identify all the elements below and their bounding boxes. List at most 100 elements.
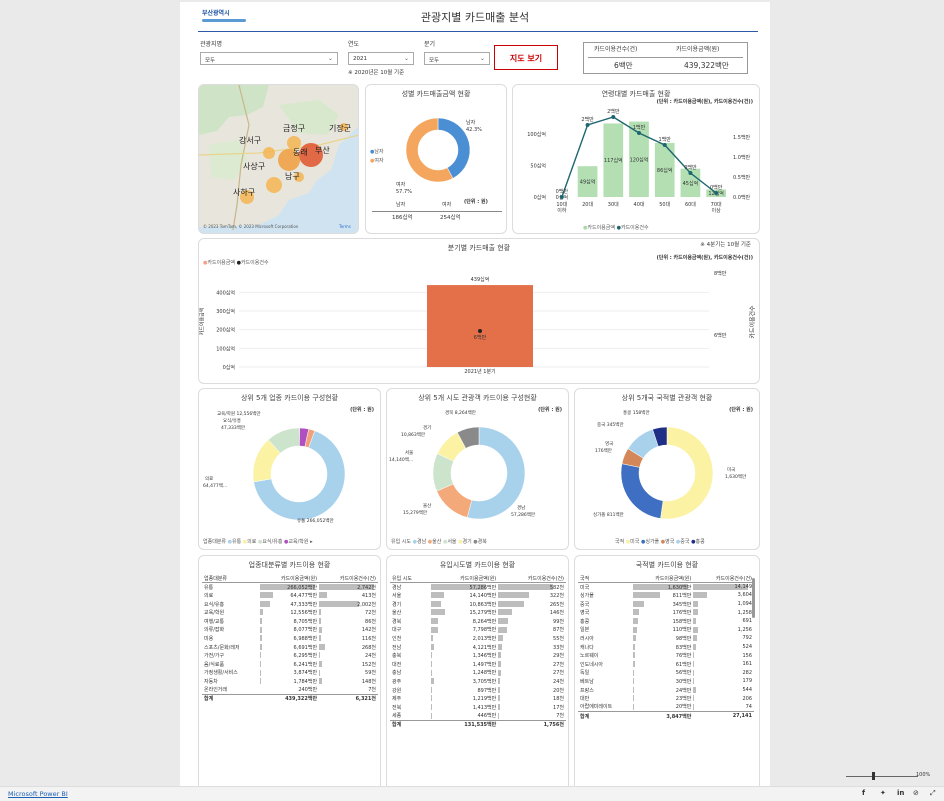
map-view-button[interactable]: 지도 보기 [494,45,558,70]
table-row[interactable]: 음/식료품 6,241백만 152천 [202,660,378,669]
table-row[interactable]: 독일 56백만 282 [578,669,754,678]
table-row[interactable]: 미용 6,988백만 116천 [202,634,378,643]
count-point[interactable] [585,123,590,127]
table-row[interactable]: 아랍에미레이트 20백만 74 [578,703,754,712]
table-row[interactable]: 전남 4,121백만 33천 [390,643,566,652]
table-row[interactable]: 싱가폴 811백만 3,604 [578,591,754,600]
table-row[interactable]: 미국 1,630백만 14,149 [578,583,754,592]
count-point[interactable] [478,328,482,333]
table-row[interactable]: 러시아 98백만 792 [578,634,754,643]
map-terms-link[interactable]: Terms [339,225,351,229]
industry-table[interactable]: 업종대분류 카드이용금액(원) 카드이용건수(건) 유통 266,052백만 2,742천… [202,574,378,703]
table-row[interactable]: 제주 1,219백만 18천 [390,694,566,703]
industry-donut-card[interactable]: 상위 5개 업종 카드이용 구성현황 (단위 : 원) 교육/학원 12,556… [198,388,381,550]
table-row[interactable]: 중국 345백만 1,094 [578,600,754,609]
table-row[interactable]: 영국 176백만 1,258 [578,608,754,617]
map-bubble[interactable] [266,177,282,193]
table-row[interactable]: 의료 64,477백만 413천 [202,591,378,600]
twitter-icon[interactable]: ✦ [880,790,886,797]
table-row[interactable]: 전북 1,413백만 17천 [390,703,566,712]
legend-next-icon[interactable]: ▸ [310,539,313,545]
linkedin-icon[interactable]: in [897,790,904,797]
table-row[interactable]: 울산 15,279백만 146천 [390,608,566,617]
table-row[interactable]: 의류/잡화 8,077백만 142천 [202,626,378,635]
donut-slice[interactable] [660,426,714,520]
table-row[interactable]: 가전/가구 6,295백만 24천 [202,651,378,660]
table-scrollbar[interactable] [752,578,755,618]
table-row[interactable]: 경남 57,286백만 582천 [390,583,566,592]
column-header[interactable]: 카드이용금액(원) [632,574,694,584]
table-row[interactable]: 경기 10,863백만 265천 [390,600,566,609]
country-table[interactable]: 국적 카드이용금액(원) 카드이용건수(건) 미국 1,630백만 14,149 싱가폴 81… [578,574,754,721]
legend[interactable]: 유입 시도 ●경남 ●울산 ●서울 ●경기 ●경북 [391,538,487,545]
table-row[interactable]: 충남 1,248백만 27천 [390,669,566,678]
table-row[interactable]: 인도네시아 61백만 161 [578,660,754,669]
column-header[interactable]: 국적 [578,574,633,584]
table-row[interactable]: 서울 14,140백만 322천 [390,591,566,600]
zoom-slider[interactable] [846,776,918,777]
year-dropdown[interactable]: 2021 ⌄ [348,52,414,65]
count-point[interactable] [714,191,719,195]
country-table-card[interactable]: 국적별 카드이용 현황 국적 카드이용금액(원) 카드이용건수(건) 미국 1,630백… [574,555,760,795]
column-header[interactable]: 카드이용건수(건) [319,574,378,584]
table-row[interactable]: 노르웨이 76백만 156 [578,651,754,660]
quarter-bar[interactable] [427,285,533,367]
legend[interactable]: ●카드이용금액 ●카드이용건수 [583,224,649,231]
legend[interactable]: 업종대분류 ●유통 ●의료 ●요식/유흥 ●교육/학원 ▸ [203,538,313,545]
province-donut-card[interactable]: 상위 5개 시도 관광객 카드이용 구성현황 (단위 : 원) 경북 8,264… [386,388,569,550]
age-chart[interactable]: 연령대별 카드매출 현황 (단위 : 카드이용금액(원), 카드이용건수(건))… [512,84,760,234]
map-visual[interactable]: 기장군 금정구 강서구 동래 부산 사상구 남구 사하구 © 2023 TomT… [198,84,359,234]
column-header[interactable]: 카드이용건수(건) [498,574,566,584]
table-row[interactable]: 경북 8,264백만 99천 [390,617,566,626]
table-row[interactable]: 대전 1,497백만 27천 [390,660,566,669]
gender-chart[interactable]: 성별 카드매출금액 현황 ●남자 ●여자 남자 42.3% 여자 57.7% (… [365,84,507,234]
table-row[interactable]: 대구 7,798백만 87천 [390,626,566,635]
column-header[interactable]: 유입 시도 [390,574,431,584]
facebook-icon[interactable]: f [862,790,865,797]
table-row[interactable]: 여행/교통 8,705백만 86천 [202,617,378,626]
legend-item[interactable]: ●여자 [370,157,384,164]
powerbi-link[interactable]: Microsoft Power BI [8,791,68,798]
legend[interactable]: 국적 ●미국 ●싱가폴 ●영국 ●중국 ●홍콩 [615,538,705,545]
province-table-card[interactable]: 유입시도별 카드이용 현황 유입 시도 카드이용금액(원) 카드이용건수(건) 경남 5… [386,555,569,795]
embed-icon[interactable]: ⊘ [913,790,919,797]
table-row[interactable]: 유통 266,052백만 2,742천 [202,583,378,592]
table-row[interactable]: 캐나다 83백만 524 [578,643,754,652]
table-row[interactable]: 요식/유흥 47,333백만 2,002천 [202,600,378,609]
region-dropdown[interactable]: 모두 ⌄ [200,52,338,65]
table-row[interactable]: 강원 897백만 20천 [390,686,566,695]
column-header[interactable]: 업종대분류 [202,574,261,584]
zoom-handle[interactable] [872,772,875,780]
count-point[interactable] [688,171,693,175]
quarter-chart[interactable]: 분기별 카드매출 현황 ※ 4분기는 10월 기준 (단위 : 카드이용금액(원… [198,238,760,384]
count-point[interactable] [637,131,641,135]
province-table[interactable]: 유입 시도 카드이용금액(원) 카드이용건수(건) 경남 57,286백만 582천 서울 1… [390,574,566,729]
table-row[interactable]: 광주 3,705백만 24천 [390,677,566,686]
industry-table-card[interactable]: 업종대분류별 카드이용 현황 업종대분류 카드이용금액(원) 카드이용건수(건) 유통… [198,555,381,795]
table-row[interactable]: 온라인거래 240백만 7천 [202,686,378,695]
column-header[interactable]: 카드이용금액(원) [260,574,320,584]
count-point[interactable] [662,143,667,147]
table-row[interactable]: 세종 446백만 7천 [390,712,566,721]
column-header[interactable]: 카드이용건수(건) [693,574,754,584]
table-row[interactable]: 홍콩 158백만 691 [578,617,754,626]
column-header[interactable]: 카드이용금액(원) [430,574,499,584]
donut-slice[interactable] [620,463,664,519]
table-row[interactable]: 가정생활/서비스 3,874백만 59천 [202,669,378,678]
table-row[interactable]: 인천 2,013백만 55천 [390,634,566,643]
table-row[interactable]: 충북 1,346백만 29천 [390,651,566,660]
table-row[interactable]: 일본 110백만 1,256 [578,626,754,635]
table-row[interactable]: 스포츠/문화/레저 6,691백만 268천 [202,643,378,652]
table-row[interactable]: 베트남 30백만 179 [578,677,754,686]
table-row[interactable]: 교육/학원 12,556백만 72천 [202,608,378,617]
map-bubble[interactable] [263,147,275,159]
count-point[interactable] [559,195,564,199]
table-row[interactable]: 자동차 1,784백만 148천 [202,677,378,686]
fullscreen-icon[interactable]: ⤢ [930,790,936,797]
country-donut-card[interactable]: 상위 5개국 국적별 관광객 현황 (단위 : 원) 홍콩 158백만 중국 3… [574,388,760,550]
table-row[interactable]: 대만 23백만 206 [578,694,754,703]
quarter-dropdown[interactable]: 모두 ⌄ [424,52,490,65]
legend-item[interactable]: ●남자 [370,148,384,155]
count-point[interactable] [611,115,616,119]
table-row[interactable]: 프랑스 24백만 544 [578,686,754,695]
